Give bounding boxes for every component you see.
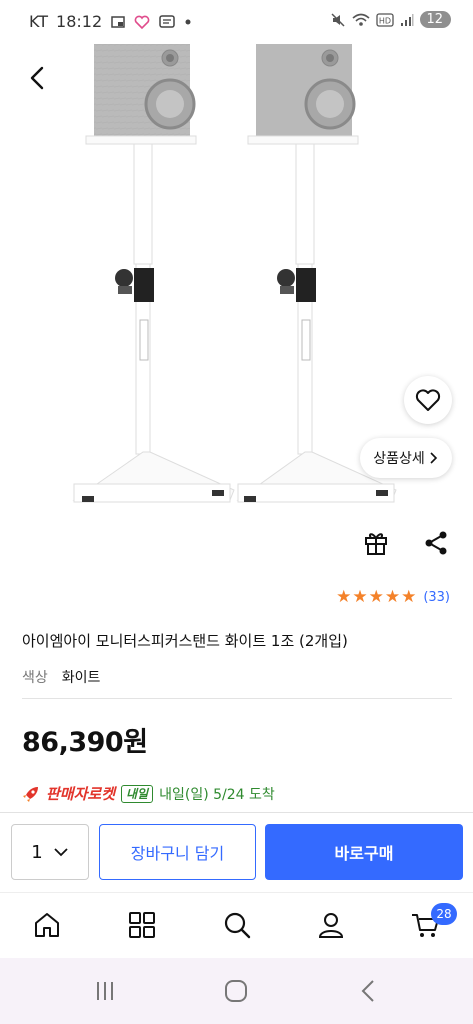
hd-icon: HD xyxy=(376,12,395,27)
picture-in-picture-icon xyxy=(111,15,125,28)
star-icon: ★ xyxy=(352,587,368,607)
wifi-icon xyxy=(352,13,370,26)
cart-count-badge: 28 xyxy=(431,903,457,925)
back-system-button[interactable] xyxy=(356,978,382,1004)
app-screen: KT 18:12 HD 12 상품상세 ★ ★ ★ ★ ★ (33) 아이엠아이… xyxy=(0,0,473,1024)
product-price: 86,390원 xyxy=(22,727,148,758)
buy-now-button[interactable]: 바로구매 xyxy=(265,824,463,880)
delivery-badge: 내일 xyxy=(121,784,154,803)
product-title: 아이엠아이 모니터스피커스탠드 화이트 1조 (2개입) xyxy=(22,632,348,650)
star-icon: ★ xyxy=(336,587,352,607)
review-count[interactable]: (33) xyxy=(423,590,450,605)
svg-text:HD: HD xyxy=(379,16,391,25)
dot-icon xyxy=(185,19,191,24)
home-system-button[interactable] xyxy=(223,978,249,1004)
quantity-select[interactable]: 1 xyxy=(11,824,89,880)
chevron-down-icon xyxy=(54,848,68,857)
mute-icon xyxy=(331,12,345,27)
quantity-value: 1 xyxy=(31,841,43,863)
wishlist-button[interactable] xyxy=(404,376,452,424)
buy-now-label: 바로구매 xyxy=(334,844,394,863)
system-nav-bar xyxy=(0,958,473,1024)
product-rating[interactable]: ★ ★ ★ ★ ★ (33) xyxy=(336,589,450,606)
chevron-right-icon xyxy=(430,452,437,464)
recents-button[interactable] xyxy=(92,978,118,1004)
rocket-label: 판매자로켓 xyxy=(46,785,116,803)
heart-icon xyxy=(134,15,150,29)
product-detail-button[interactable]: 상품상세 xyxy=(360,438,452,478)
share-icon xyxy=(425,531,447,555)
status-right: HD 12 xyxy=(330,11,451,28)
nav-mypage[interactable] xyxy=(315,909,347,941)
rocket-icon xyxy=(23,786,38,802)
search-icon xyxy=(224,912,251,939)
star-icon: ★ xyxy=(384,587,401,607)
option-label: 색상 xyxy=(22,670,48,686)
battery-level: 12 xyxy=(426,12,443,27)
carrier-label: KT xyxy=(29,12,49,31)
nav-category[interactable] xyxy=(126,909,158,941)
purchase-bar: 1 장바구니 담기 바로구매 xyxy=(0,812,473,892)
clock: 18:12 xyxy=(56,12,103,31)
bottom-nav xyxy=(0,892,473,958)
mypage-icon xyxy=(318,913,344,938)
delivery-info: 판매자로켓 내일 내일(일) 5/24 도착 xyxy=(22,783,275,804)
gift-icon xyxy=(365,533,387,555)
delivery-date: 내일(일) 5/24 도착 xyxy=(159,786,275,803)
back-button[interactable] xyxy=(22,62,54,94)
home-square-icon xyxy=(225,980,247,1002)
divider xyxy=(22,698,452,699)
status-bar: KT 18:12 HD 12 xyxy=(0,0,473,44)
category-icon xyxy=(129,912,155,938)
product-detail-label: 상품상세 xyxy=(373,451,425,467)
home-icon xyxy=(35,913,59,937)
heart-outline-icon xyxy=(415,389,441,411)
option-row[interactable]: 색상 화이트 xyxy=(22,667,100,687)
gift-button[interactable] xyxy=(362,528,390,556)
add-to-cart-button[interactable]: 장바구니 담기 xyxy=(99,824,256,880)
share-button[interactable] xyxy=(422,529,450,557)
signal-icon xyxy=(401,13,414,26)
back-arrow-icon xyxy=(361,980,374,1002)
star-icon: ★ xyxy=(401,587,417,607)
star-icon: ★ xyxy=(368,587,384,607)
nav-search[interactable] xyxy=(221,909,253,941)
battery-icon: 12 xyxy=(420,11,451,28)
add-to-cart-label: 장바구니 담기 xyxy=(130,844,225,863)
back-icon xyxy=(30,66,44,90)
message-icon xyxy=(159,14,175,28)
option-value: 화이트 xyxy=(61,670,101,686)
nav-home[interactable] xyxy=(31,909,63,941)
recents-icon xyxy=(97,982,113,1000)
status-left: KT 18:12 xyxy=(29,12,192,31)
